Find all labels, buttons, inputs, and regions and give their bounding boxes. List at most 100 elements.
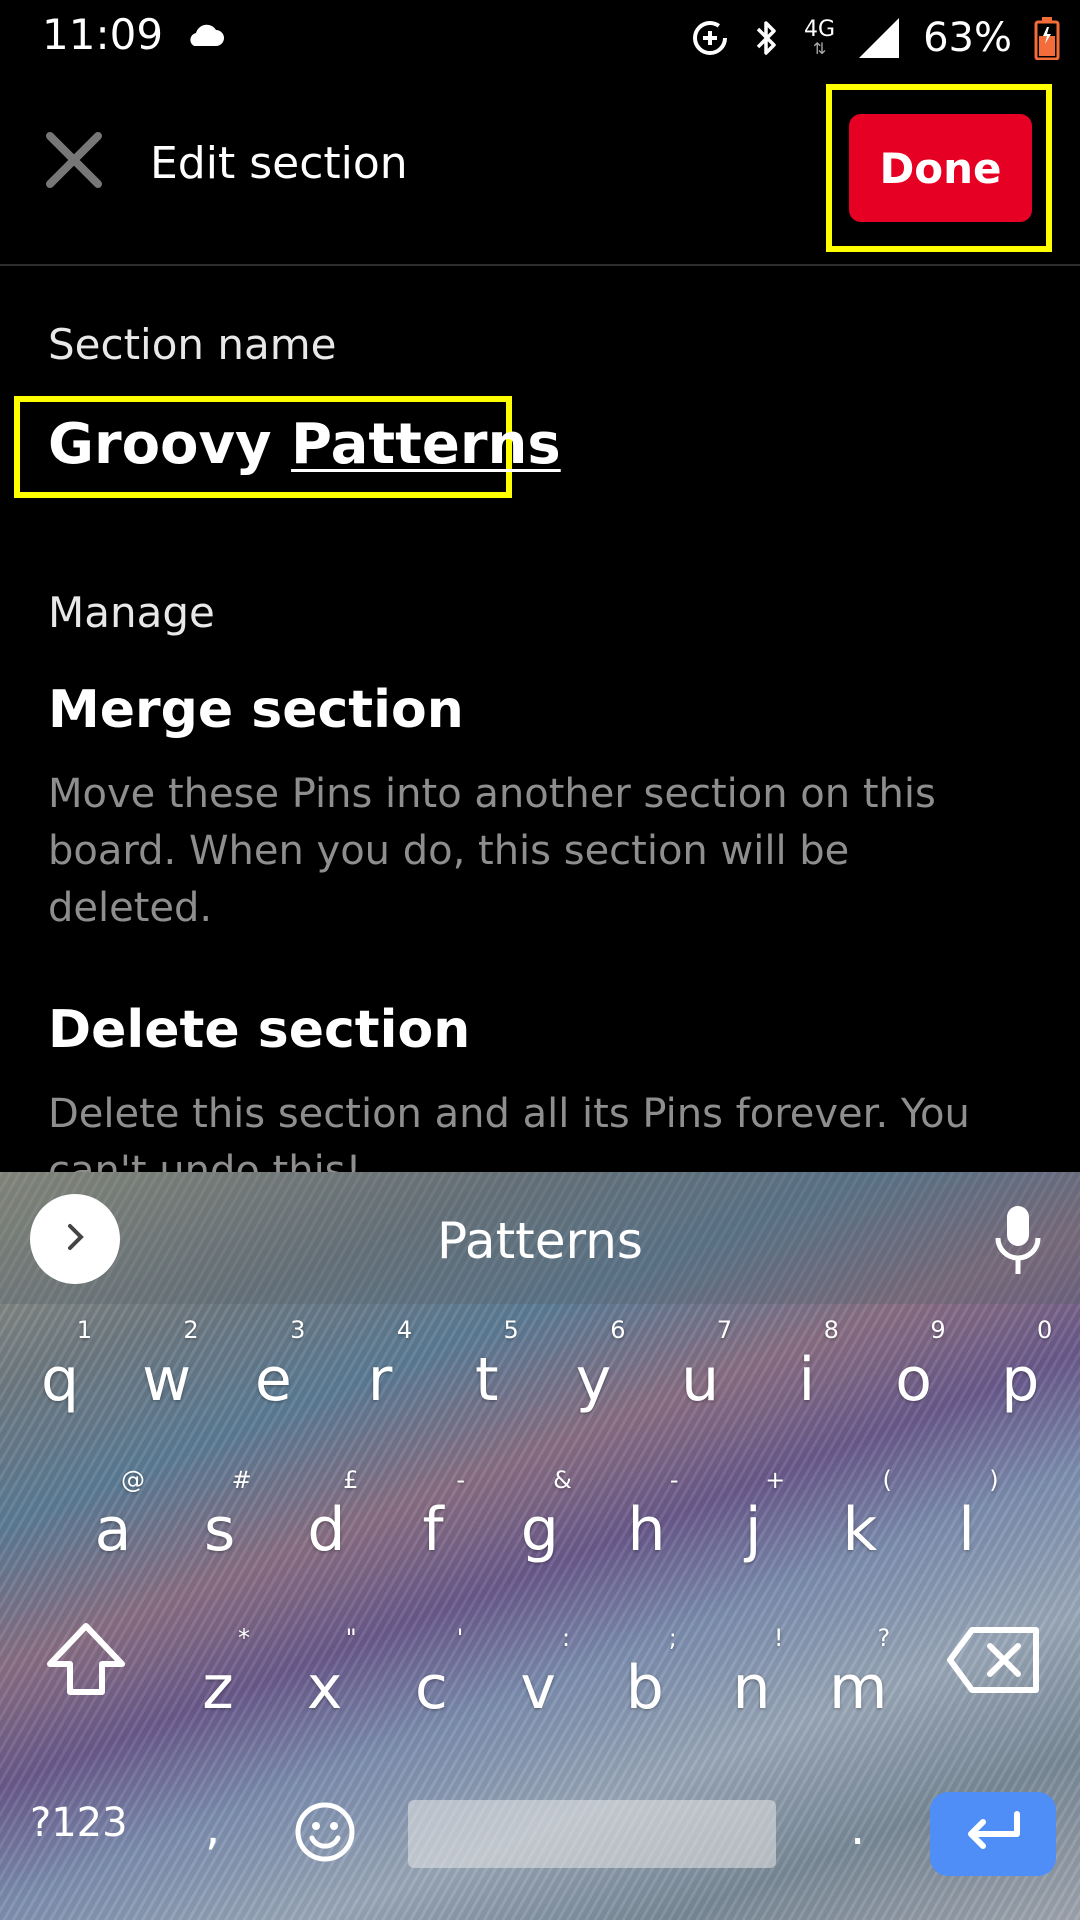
suggestion-word[interactable]: Patterns xyxy=(0,1212,1080,1270)
status-icons: 4G ⇅ 63% xyxy=(690,10,1060,66)
status-bar: 11:09 4G ⇅ 63% xyxy=(0,0,1080,76)
page-title: Edit section xyxy=(150,138,408,189)
key-hint: 7 xyxy=(716,1316,733,1344)
voice-input-button[interactable] xyxy=(992,1202,1044,1282)
period-key[interactable]: . xyxy=(850,1800,865,1856)
key-y[interactable]: y6 xyxy=(544,1310,644,1450)
key-hint: - xyxy=(456,1466,466,1494)
backspace-key[interactable] xyxy=(944,1620,1044,1700)
emoji-key[interactable] xyxy=(293,1800,357,1864)
space-key[interactable] xyxy=(408,1800,776,1868)
key-r[interactable]: r4 xyxy=(330,1310,430,1450)
key-label: c xyxy=(414,1653,448,1723)
key-hint: 2 xyxy=(183,1316,199,1344)
emoji-icon xyxy=(293,1802,357,1868)
key-label: l xyxy=(958,1495,975,1565)
expand-toolbar-button[interactable] xyxy=(30,1194,120,1284)
key-q[interactable]: q1 xyxy=(10,1310,110,1450)
key-d[interactable]: d £ xyxy=(276,1460,376,1600)
key-l[interactable]: l) xyxy=(917,1460,1017,1600)
key-c[interactable]: c ' xyxy=(381,1618,481,1758)
key-label: j xyxy=(744,1495,762,1565)
symbols-key[interactable]: ?123 xyxy=(30,1800,128,1846)
delete-section-option[interactable]: Delete section xyxy=(48,1000,470,1060)
key-f[interactable]: f- xyxy=(383,1460,483,1600)
key-hint: 9 xyxy=(930,1316,946,1344)
key-hint: ! xyxy=(773,1624,784,1652)
signal-icon xyxy=(857,16,901,60)
key-label: g xyxy=(520,1495,559,1565)
key-hint: & xyxy=(553,1466,572,1494)
key-m[interactable]: m? xyxy=(808,1618,908,1758)
key-o[interactable]: o9 xyxy=(864,1310,964,1450)
bluetooth-icon xyxy=(752,18,782,58)
key-label: w xyxy=(142,1345,192,1415)
key-hint: 5 xyxy=(503,1316,519,1344)
key-h[interactable]: h- xyxy=(597,1460,697,1600)
key-p[interactable]: p0 xyxy=(970,1310,1070,1450)
key-g[interactable]: g & xyxy=(490,1460,590,1600)
key-hint: + xyxy=(765,1466,786,1494)
network-type-icon: 4G ⇅ xyxy=(804,17,836,58)
key-k[interactable]: k( xyxy=(810,1460,910,1600)
key-s[interactable]: s # xyxy=(170,1460,270,1600)
key-hint: " xyxy=(345,1624,357,1652)
key-label: e xyxy=(254,1345,292,1415)
key-hint: 3 xyxy=(290,1316,306,1344)
close-button[interactable] xyxy=(44,130,104,190)
key-label: x xyxy=(306,1653,343,1723)
comma-key[interactable]: , xyxy=(205,1800,220,1856)
key-label: p xyxy=(1001,1345,1040,1415)
merge-section-option[interactable]: Merge section xyxy=(48,680,464,740)
suggestion-bar: Patterns xyxy=(0,1172,1080,1304)
key-hint: # xyxy=(231,1466,252,1494)
key-i[interactable]: i8 xyxy=(757,1310,857,1450)
status-time: 11:09 xyxy=(42,10,164,59)
key-label: n xyxy=(732,1653,771,1723)
key-label: d xyxy=(307,1495,346,1565)
key-hint: ? xyxy=(877,1624,891,1652)
key-label: r xyxy=(367,1345,393,1415)
key-label: s xyxy=(204,1495,236,1565)
key-hint: 6 xyxy=(610,1316,626,1344)
close-icon xyxy=(44,132,104,194)
key-hint: * xyxy=(238,1624,250,1652)
battery-percent: 63% xyxy=(923,15,1012,61)
key-label: b xyxy=(625,1653,664,1723)
key-v[interactable]: v: xyxy=(488,1618,588,1758)
enter-icon xyxy=(961,1810,1025,1858)
merge-section-description: Move these Pins into another section on … xyxy=(48,771,936,931)
section-name-input[interactable]: Groovy Patterns xyxy=(48,412,561,477)
key-u[interactable]: u7 xyxy=(650,1310,750,1450)
shift-icon xyxy=(36,1623,136,1714)
key-a[interactable]: a @ xyxy=(63,1460,163,1600)
key-label: h xyxy=(627,1495,666,1565)
key-e[interactable]: e3 xyxy=(223,1310,323,1450)
key-hint: ( xyxy=(882,1466,892,1494)
key-label: m xyxy=(828,1653,888,1723)
key-label: v xyxy=(520,1653,556,1723)
key-label: o xyxy=(895,1345,932,1415)
done-button[interactable]: Done xyxy=(849,114,1032,222)
enter-key[interactable] xyxy=(930,1792,1056,1876)
manage-label: Manage xyxy=(48,588,215,637)
section-name-word-2: Patterns xyxy=(291,412,561,477)
key-n[interactable]: n! xyxy=(702,1618,802,1758)
key-hint: : xyxy=(562,1624,571,1652)
section-name-label: Section name xyxy=(48,320,337,369)
data-saver-icon xyxy=(690,18,730,58)
key-label: i xyxy=(798,1345,816,1415)
key-hint: 4 xyxy=(396,1316,413,1344)
key-hint: @ xyxy=(121,1466,145,1494)
key-hint: - xyxy=(669,1466,679,1494)
key-label: k xyxy=(842,1495,878,1565)
key-j[interactable]: j + xyxy=(703,1460,803,1600)
key-hint: 0 xyxy=(1037,1316,1053,1344)
shift-key[interactable] xyxy=(36,1610,136,1710)
key-t[interactable]: t5 xyxy=(437,1310,537,1450)
cloud-icon xyxy=(184,24,224,48)
key-w[interactable]: w2 xyxy=(117,1310,217,1450)
key-b[interactable]: b; xyxy=(595,1618,695,1758)
key-z[interactable]: z * xyxy=(168,1618,268,1758)
key-x[interactable]: x " xyxy=(275,1618,375,1758)
